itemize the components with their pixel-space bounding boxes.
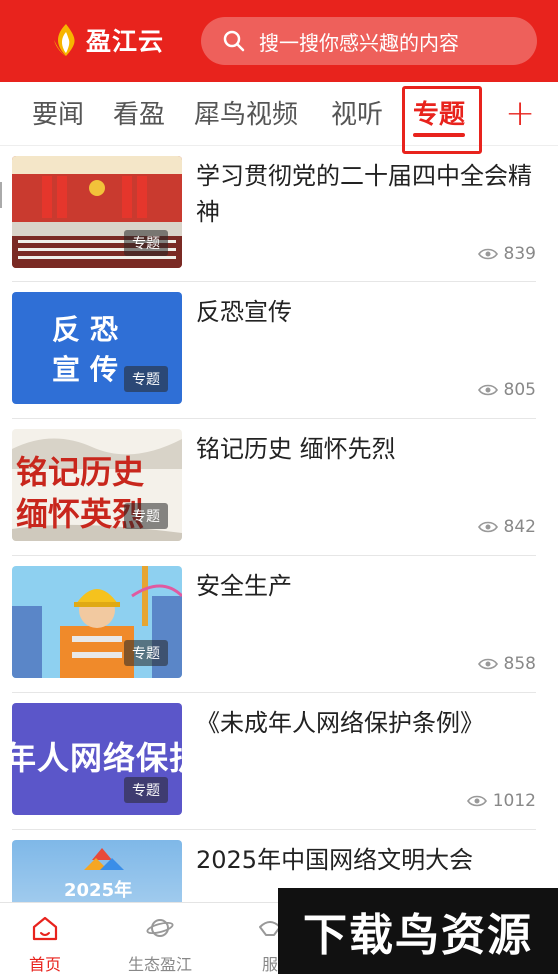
topic-tag: 专题 [124,503,168,529]
watermark-text: 下载鸟资源 [303,910,533,961]
home-icon [32,916,58,941]
list-item[interactable]: 专题 安全生产 858 [12,556,536,693]
search-bar[interactable]: 搜一搜你感兴趣的内容 [201,17,537,65]
topic-tag: 专题 [124,777,168,803]
watermark-banner: 下载鸟资源 [278,888,558,974]
view-count: 1012 [466,791,536,811]
list-item[interactable]: 年人网络保护 专题 《未成年人网络保护条例》 1012 [12,693,536,830]
logo-text: 盈江云 [86,27,165,56]
view-count-value: 858 [503,654,536,674]
list-item[interactable]: 反恐 宣传 专题 反恐宣传 805 [12,282,536,419]
nav-home-label: 首页 [28,955,61,974]
tabs-scroll-edge [0,182,4,208]
tab-shiting[interactable]: 视听 [331,94,383,131]
remember-history-banner: 铭记历史 缅怀英烈 专题 [12,429,182,541]
add-channel-icon[interactable]: + [505,93,535,134]
view-count-value: 842 [503,517,536,537]
article-title: 铭记历史 缅怀先烈 [196,435,396,463]
nav-home[interactable]: 首页 [0,903,95,974]
logo-flame-icon [54,24,75,56]
eye-icon [477,248,498,260]
topic-tag: 专题 [124,366,168,392]
list-item[interactable]: 铭记历史 缅怀英烈 专题 铭记历史 缅怀先烈 842 [12,419,536,556]
anti-terror-banner: 反恐 宣传 专题 [12,292,182,404]
tab-xiniao-video[interactable]: 犀鸟视频 [194,94,298,131]
minor-protection-banner: 年人网络保护 专题 [12,703,182,815]
eye-icon [466,795,487,807]
search-placeholder: 搜一搜你感兴趣的内容 [259,30,459,55]
article-title: 2025年中国网络文明大会 [196,846,474,874]
eye-icon [477,521,498,533]
active-tab-highlight-box [402,86,482,154]
tab-yaowen[interactable]: 要闻 [32,94,84,131]
view-count-value: 805 [503,380,536,400]
thumb-text: 年人网络保护 [12,739,182,777]
view-count: 839 [477,244,536,264]
topic-tag: 专题 [124,640,168,666]
thumb-text: 反恐 宣传 [52,313,129,386]
top-header: 盈江云 搜一搜你感兴趣的内容 [0,0,558,82]
list-item[interactable]: 专题 学习贯彻党的二十届四中全会精神 839 [12,146,536,282]
view-count: 842 [477,517,536,537]
view-count: 805 [477,380,536,400]
article-title: 反恐宣传 [196,298,292,326]
eye-icon [477,384,498,396]
article-title: 安全生产 [196,572,292,600]
app-logo[interactable]: 盈江云 [52,22,164,58]
article-title: 《未成年人网络保护条例》 [196,709,484,737]
eye-icon [477,658,498,670]
search-icon [223,30,245,52]
tab-kanying[interactable]: 看盈 [113,94,165,131]
nav-ecology[interactable]: 生态盈江 [110,903,210,974]
meeting-hall-image: 专题 [12,156,182,268]
view-count-value: 839 [503,244,536,264]
view-count-value: 1012 [492,791,536,811]
safety-worker-illustration: 专题 [12,566,182,678]
article-title: 学习贯彻党的二十届四中全会精神 [196,162,532,226]
planet-icon [146,919,174,937]
view-count: 858 [477,654,536,674]
nav-ecology-label: 生态盈江 [127,955,192,974]
thumb-text: 2025年 [64,880,133,901]
topic-tag: 专题 [124,230,168,256]
